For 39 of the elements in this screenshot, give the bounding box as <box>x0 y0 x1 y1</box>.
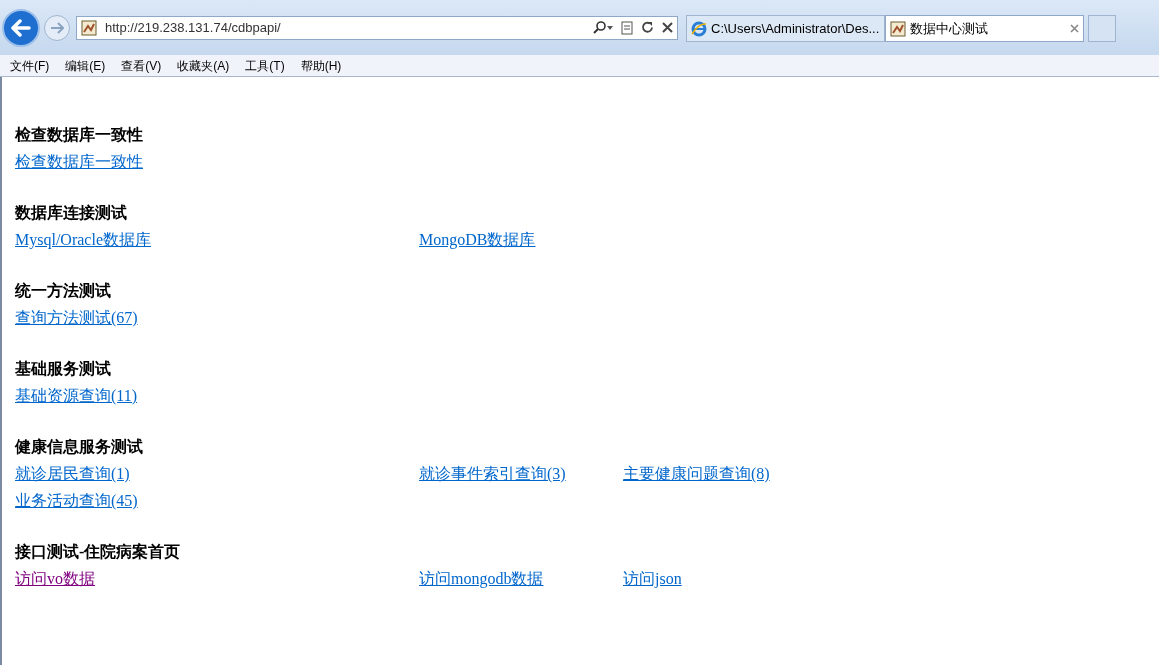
menu-item[interactable]: 帮助(H) <box>300 56 342 75</box>
page-icon <box>890 20 906 37</box>
browser-tab[interactable]: 数据中心测试 <box>885 15 1084 42</box>
menu-item[interactable]: 查看(V) <box>121 56 162 75</box>
menu-item[interactable]: 编辑(E) <box>65 56 106 75</box>
compatibility-icon[interactable] <box>621 20 633 35</box>
menu-item[interactable]: 工具(T) <box>245 56 285 75</box>
link[interactable]: Mysql/Oracle数据库 <box>15 231 151 248</box>
address-bar[interactable]: http://219.238.131.74/cdbpapi/ <box>76 15 678 40</box>
link[interactable]: 就诊事件索引查询(3) <box>419 465 566 482</box>
section-heading: 数据库连接测试 <box>15 203 127 223</box>
link[interactable]: MongoDB数据库 <box>419 231 536 248</box>
section-heading: 基础服务测试 <box>15 359 111 379</box>
menu-item[interactable]: 文件(F) <box>10 56 50 75</box>
link[interactable]: 查询方法测试(67) <box>15 309 138 326</box>
close-tab-icon[interactable] <box>1070 24 1079 33</box>
link[interactable]: 业务活动查询(45) <box>15 492 138 509</box>
section-heading: 统一方法测试 <box>15 281 111 301</box>
back-button[interactable] <box>2 8 40 47</box>
link[interactable]: 就诊居民查询(1) <box>15 465 130 482</box>
link[interactable]: 访问json <box>623 570 682 587</box>
link[interactable]: 检查数据库一致性 <box>15 153 143 170</box>
link[interactable]: 主要健康问题查询(8) <box>623 465 770 482</box>
browser-logo-icon <box>691 20 707 37</box>
section-heading: 健康信息服务测试 <box>15 437 143 457</box>
forward-arrow-icon <box>50 21 64 34</box>
link[interactable]: 访问vo数据 <box>15 570 95 587</box>
browser-tab[interactable]: C:\Users\Administrator\Des... <box>686 15 885 42</box>
url-text: http://219.238.131.74/cdbpapi/ <box>105 18 282 37</box>
link[interactable]: 访问mongodb数据 <box>419 570 544 587</box>
close-icon[interactable] <box>662 22 673 33</box>
search-icon[interactable] <box>593 20 613 35</box>
page-icon <box>81 19 97 36</box>
refresh-icon[interactable] <box>641 21 654 34</box>
section-heading: 检查数据库一致性 <box>15 125 143 145</box>
menu-item[interactable]: 收藏夹(A) <box>177 56 230 75</box>
back-arrow-icon <box>11 18 31 37</box>
section-heading: 接口测试-住院病案首页 <box>15 542 181 562</box>
link[interactable]: 基础资源查询(11) <box>15 387 138 404</box>
